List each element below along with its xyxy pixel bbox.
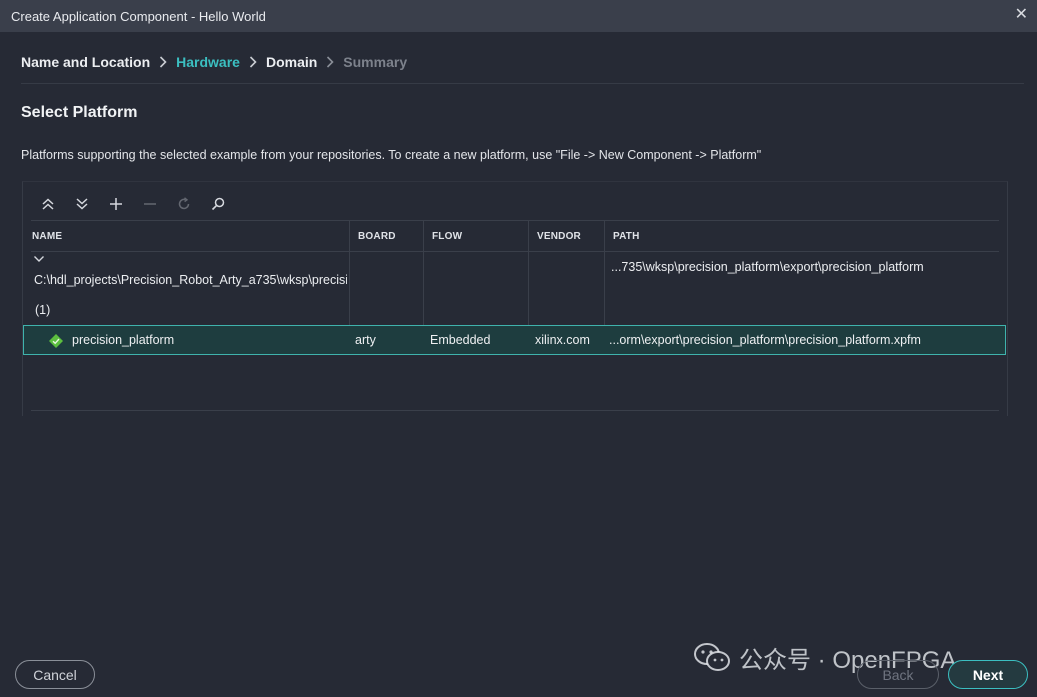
wechat-icon: [694, 643, 730, 671]
chevron-right-icon: [240, 56, 266, 68]
table-bottom-divider: [31, 410, 999, 411]
platform-table: NAME BOARD FLOW VENDOR PATH C:\hdl_proje…: [31, 220, 999, 355]
remove-icon[interactable]: [133, 190, 167, 218]
group-count: (1): [35, 303, 51, 317]
platform-table-panel: NAME BOARD FLOW VENDOR PATH C:\hdl_proje…: [22, 181, 1008, 416]
title-bar: Create Application Component - Hello Wor…: [0, 0, 1037, 32]
page-description: Platforms supporting the selected exampl…: [21, 148, 762, 162]
page-title: Select Platform: [21, 104, 138, 121]
cell-vendor: xilinx.com: [535, 333, 590, 347]
table-row[interactable]: precision_platform arty Embedded xilinx.…: [23, 325, 1006, 355]
column-header-board[interactable]: BOARD: [358, 231, 396, 242]
search-icon[interactable]: [201, 190, 235, 218]
table-group-row[interactable]: C:\hdl_projects\Precision_Robot_Arty_a73…: [31, 252, 999, 328]
expand-all-icon[interactable]: [65, 190, 99, 218]
column-header-vendor[interactable]: VENDOR: [537, 231, 581, 242]
chevron-right-icon: [150, 56, 176, 68]
collapse-all-icon[interactable]: [31, 190, 65, 218]
close-icon[interactable]: ✕: [1015, 6, 1028, 24]
column-header-name[interactable]: NAME: [32, 231, 62, 242]
header-divider: [21, 83, 1024, 84]
breadcrumb: Name and Location Hardware Domain Summar…: [21, 52, 407, 72]
refresh-icon[interactable]: [167, 190, 201, 218]
table-header: NAME BOARD FLOW VENDOR PATH: [31, 220, 999, 252]
group-path: C:\hdl_projects\Precision_Robot_Arty_a73…: [34, 273, 347, 287]
breadcrumb-step-hardware[interactable]: Hardware: [176, 54, 240, 70]
add-icon[interactable]: [99, 190, 133, 218]
chevron-down-icon[interactable]: [33, 254, 45, 264]
cell-path: ...orm\export\precision_platform\precisi…: [609, 333, 921, 347]
cell-board: arty: [355, 333, 376, 347]
breadcrumb-step-name-and-location[interactable]: Name and Location: [21, 54, 150, 70]
platform-icon: [49, 334, 63, 348]
column-header-path[interactable]: PATH: [613, 231, 640, 242]
group-path-column: ...735\wksp\precision_platform\export\pr…: [611, 260, 924, 274]
chevron-right-icon: [317, 56, 343, 68]
cell-name: precision_platform: [72, 333, 175, 347]
next-button[interactable]: Next: [948, 660, 1028, 689]
back-button[interactable]: Back: [857, 660, 939, 689]
table-toolbar: [31, 190, 235, 218]
column-header-flow[interactable]: FLOW: [432, 231, 462, 242]
window-title: Create Application Component - Hello Wor…: [11, 8, 266, 24]
cell-flow: Embedded: [430, 333, 491, 347]
breadcrumb-step-summary: Summary: [343, 54, 408, 70]
breadcrumb-step-domain[interactable]: Domain: [266, 54, 317, 70]
cancel-button[interactable]: Cancel: [15, 660, 95, 689]
